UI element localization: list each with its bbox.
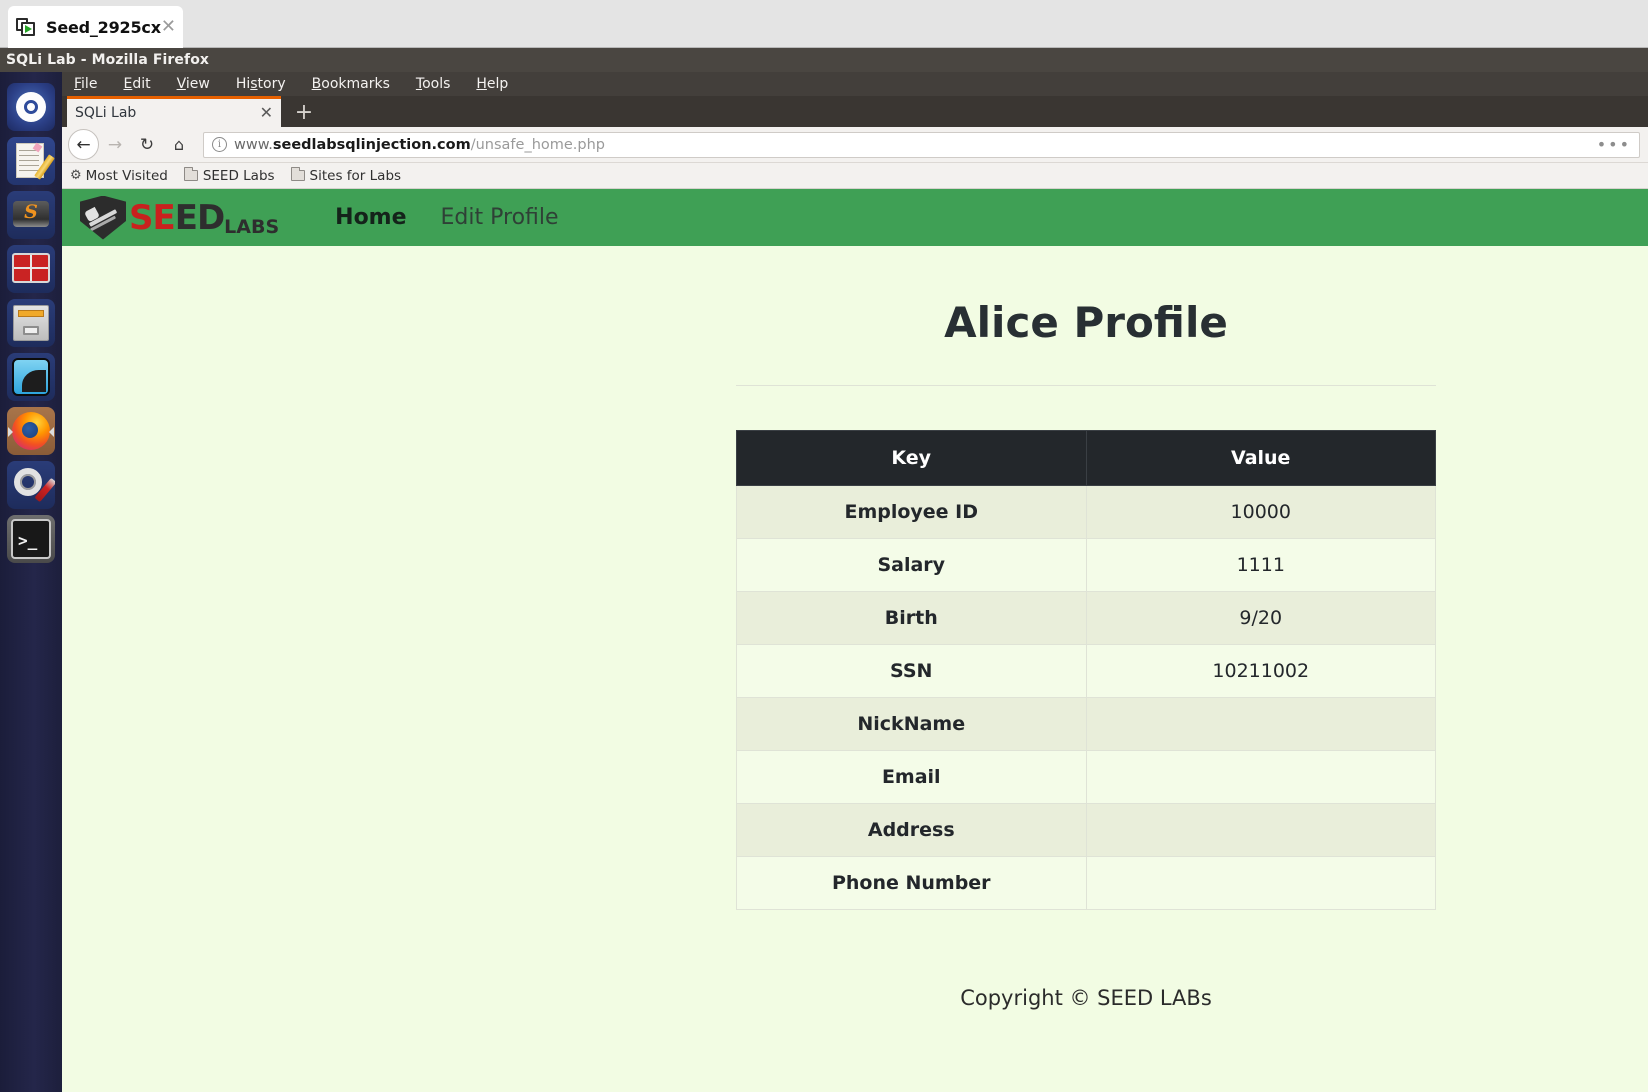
info-circle-icon[interactable]: i [212, 137, 227, 152]
seed-shield-icon [80, 195, 126, 240]
table-row: Address [736, 803, 1436, 857]
menu-edit[interactable]: Edit [123, 76, 150, 92]
menu-bookmarks[interactable]: Bookmarks [312, 76, 390, 92]
bookmark-label: Most Visited [85, 167, 168, 184]
site-navbar: SE ED LABS Home Edit Profile [62, 189, 1648, 246]
bookmark-label: Sites for Labs [309, 167, 402, 184]
table-cell-key: Phone Number [736, 856, 1087, 910]
vm-tab-seed[interactable]: Seed_2925cx ✕ [8, 6, 183, 48]
profile-table-body: Employee ID 10000 Salary 1111 Birth 9/20 SSN 10… [736, 485, 1436, 910]
table-row: Phone Number [736, 856, 1436, 910]
bookmark-most-visited[interactable]: ⚙ Most Visited [70, 168, 168, 184]
table-cell-value [1085, 856, 1436, 910]
vm-tab-label: Seed_2925cx [46, 17, 161, 37]
settings-icon[interactable] [7, 461, 55, 509]
table-cell-key: Email [736, 750, 1087, 804]
table-cell-key: Salary [736, 538, 1087, 592]
sublime-text-icon[interactable]: S [7, 191, 55, 239]
plus-icon[interactable]: + [290, 99, 318, 127]
close-icon[interactable]: ✕ [161, 18, 176, 36]
table-cell-value [1085, 750, 1436, 804]
browser-tab-sqli-lab[interactable]: SQLi Lab ✕ [67, 96, 281, 127]
table-cell-key: Address [736, 803, 1087, 857]
gear-icon: ⚙ [70, 168, 82, 183]
text-editor-icon[interactable] [7, 137, 55, 185]
table-cell-key: Employee ID [736, 485, 1087, 539]
browser-navbar: ← → ↻ ⌂ i www. seedlabsqlinjection.com /… [62, 127, 1648, 163]
browser-tabbar: SQLi Lab ✕ + [62, 96, 1648, 127]
footer-copyright: Copyright © SEED LABs [960, 986, 1212, 1010]
window-title: SQLi Lab - Mozilla Firefox [6, 52, 210, 68]
table-row: Birth 9/20 [736, 591, 1436, 645]
table-row: Salary 1111 [736, 538, 1436, 592]
table-cell-value [1085, 803, 1436, 857]
title-divider [736, 385, 1436, 386]
browser-menubar: File Edit View History Bookmarks Tools H… [62, 72, 1648, 96]
files-icon[interactable] [7, 299, 55, 347]
menu-help[interactable]: Help [476, 76, 508, 92]
brand-word-part1: SE [129, 197, 176, 238]
table-cell-value: 10211002 [1085, 644, 1436, 698]
firefox-icon[interactable] [7, 407, 55, 455]
profile-table: Key Value Employee ID 10000 Salary 1111 Birt… [736, 430, 1436, 910]
home-icon[interactable]: ⌂ [163, 129, 195, 161]
table-cell-key: NickName [736, 697, 1087, 751]
table-cell-key: Birth [736, 591, 1087, 645]
wireshark-icon[interactable] [7, 353, 55, 401]
table-cell-value [1085, 697, 1436, 751]
ubuntu-launcher: S >_ [0, 72, 62, 1092]
nav-link-home[interactable]: Home [335, 205, 406, 230]
arrow-left-icon[interactable]: ← [68, 129, 99, 160]
bookmark-label: SEED Labs [202, 167, 275, 184]
url-domain: seedlabsqlinjection.com [272, 136, 471, 153]
bookmark-seed-labs[interactable]: SEED Labs [183, 167, 275, 184]
bookmarks-toolbar: ⚙ Most Visited SEED Labs Sites for Labs [62, 163, 1648, 189]
table-row: Employee ID 10000 [736, 485, 1436, 539]
table-row: NickName [736, 697, 1436, 751]
menu-file[interactable]: File [74, 76, 97, 92]
table-cell-value: 10000 [1085, 485, 1436, 539]
table-cell-value: 1111 [1085, 538, 1436, 592]
window-titlebar: SQLi Lab - Mozilla Firefox [0, 48, 1648, 72]
table-row: SSN 10211002 [736, 644, 1436, 698]
page-viewport: SE ED LABS Home Edit Profile Alice Profi… [62, 189, 1648, 1092]
arrow-right-icon[interactable]: → [99, 129, 131, 161]
terminal-icon[interactable]: >_ [7, 515, 55, 563]
bookmark-sites-for-labs[interactable]: Sites for Labs [290, 167, 402, 184]
url-path: /unsafe_home.php [470, 136, 606, 153]
page-content: Alice Profile Key Value Employee ID 10000… [62, 298, 1648, 1010]
page-title: Alice Profile [944, 298, 1228, 347]
table-row: Email [736, 750, 1436, 804]
vm-tab-strip: Seed_2925cx ✕ [0, 0, 1648, 48]
close-icon[interactable]: ✕ [260, 105, 273, 121]
column-header-value: Value [1085, 430, 1436, 486]
ubuntu-dash-icon[interactable] [7, 83, 55, 131]
brand-word-part2: ED [174, 197, 225, 238]
table-header-row: Key Value [736, 430, 1436, 486]
column-header-key: Key [736, 430, 1087, 486]
folder-icon [183, 167, 198, 181]
brand-suffix: LABS [224, 215, 280, 238]
url-bar[interactable]: i www. seedlabsqlinjection.com /unsafe_h… [203, 131, 1640, 158]
ellipsis-icon[interactable]: ••• [1597, 135, 1631, 154]
browser-tab-label: SQLi Lab [75, 105, 137, 121]
url-prefix: www. [234, 136, 273, 153]
vm-screen-icon [16, 17, 38, 37]
reload-icon[interactable]: ↻ [131, 129, 163, 161]
folder-icon [290, 167, 305, 181]
menu-view[interactable]: View [177, 76, 210, 92]
seed-labs-logo[interactable]: SE ED LABS [80, 195, 280, 240]
menu-history[interactable]: History [236, 76, 286, 92]
nav-link-edit-profile[interactable]: Edit Profile [441, 205, 559, 230]
menu-tools[interactable]: Tools [416, 76, 451, 92]
table-cell-value: 9/20 [1085, 591, 1436, 645]
guake-terminal-icon[interactable] [7, 245, 55, 293]
table-cell-key: SSN [736, 644, 1087, 698]
